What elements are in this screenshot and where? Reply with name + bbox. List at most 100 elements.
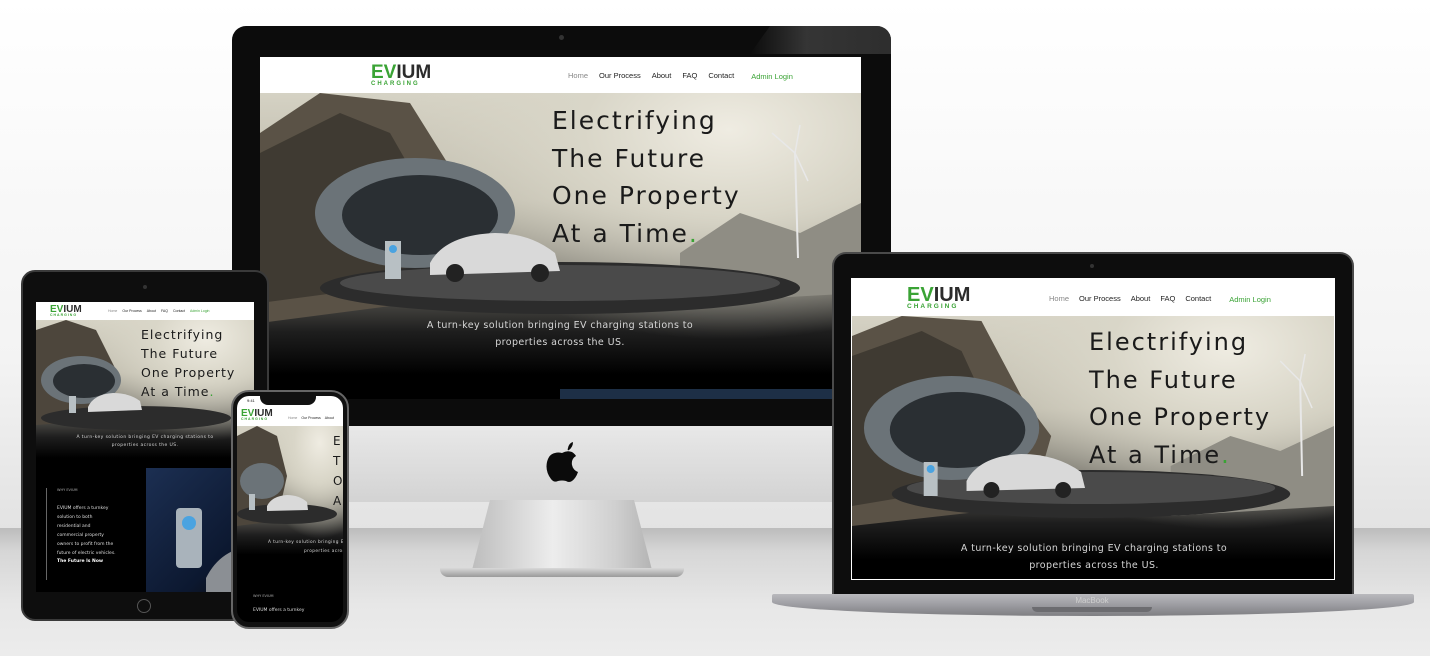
ipad-headline: Electrifying The Future One Property At …: [141, 325, 235, 401]
tagline-line-1: A turn-key solution bringing EV charging…: [268, 540, 343, 545]
headline-line-1: Electrifying: [333, 434, 343, 448]
iphone-notch: [260, 396, 316, 405]
logo-sub: CHARGING: [50, 313, 78, 317]
headline-line-1: Electrifying: [141, 327, 224, 342]
nav-admin-login[interactable]: Admin Login: [751, 72, 793, 81]
ipad-logo[interactable]: EVIUM CHARGING: [50, 305, 82, 317]
why-cta-link[interactable]: The Future Is Now: [57, 559, 144, 564]
tagline-line-2: properties across the US.: [304, 549, 343, 554]
nav-home[interactable]: Home: [288, 416, 297, 420]
headline-dot: .: [209, 384, 215, 399]
imac-stand-base: [440, 568, 684, 577]
ipad-hero: Electrifying The Future One Property At …: [36, 320, 254, 470]
headline-line-4: At a Time: [141, 384, 210, 399]
why-text-line: solution to both: [57, 515, 93, 520]
nav-contact[interactable]: Contact: [1185, 294, 1211, 303]
why-text-line: commercial property: [57, 533, 104, 538]
why-text-line: EVIUM offers a turnkey: [57, 506, 109, 511]
iphone-hero: Electrifying The Future One Property At …: [237, 426, 343, 566]
ipad-screen: EVIUM CHARGING Home Our Process About FA…: [36, 302, 254, 592]
why-text: EVIUM offers a turnkey: [253, 608, 305, 613]
why-label: WHY EVIUM: [57, 488, 78, 492]
imac-stand: [472, 500, 652, 570]
why-text: EVIUM offers a turnkey solution to both …: [57, 504, 144, 558]
macbook-camera: [1090, 264, 1094, 268]
tagline-line-2: properties across the US.: [495, 337, 625, 348]
phone-time: 9:41: [247, 398, 255, 403]
ipad-home-button[interactable]: [137, 599, 151, 613]
macbook-hero: Electrifying The Future One Property At …: [852, 316, 1334, 579]
nav-about[interactable]: About: [1131, 294, 1151, 303]
headline-line-3: One Property: [333, 474, 343, 488]
headline-line-2: The Future: [333, 454, 343, 468]
headline-line-3: One Property: [552, 181, 741, 210]
imac-logo[interactable]: EVIUM CHARGING: [371, 62, 431, 87]
iphone-menu: Home Our Process About: [288, 416, 334, 420]
apple-logo-icon: [546, 442, 578, 482]
headline-line-2: The Future: [141, 346, 219, 361]
tagline-line-2: properties across the US.: [111, 443, 179, 448]
imac-screen: EVIUM CHARGING Home Our Process About FA…: [260, 57, 861, 399]
logo-sub: CHARGING: [241, 417, 269, 421]
why-text-line: residential and: [57, 524, 91, 529]
macbook-headline: Electrifying The Future One Property At …: [1089, 324, 1271, 474]
iphone-headline: Electrifying The Future One Property At …: [333, 431, 343, 511]
nav-home[interactable]: Home: [108, 309, 117, 313]
iphone-why-panel: WHY EVIUM EVIUM offers a turnkey: [253, 594, 343, 613]
headline-line-2: The Future: [552, 143, 707, 173]
logo-sub: CHARGING: [371, 81, 420, 87]
headline-dot: .: [1221, 440, 1231, 469]
nav-faq[interactable]: FAQ: [1160, 294, 1175, 303]
imac-tagline: A turn-key solution bringing EV charging…: [410, 317, 710, 351]
imac-glare: [750, 26, 891, 54]
tagline-line-1: A turn-key solution bringing EV charging…: [76, 435, 214, 440]
headline-dot: .: [688, 218, 699, 248]
nav-our-process[interactable]: Our Process: [301, 416, 320, 420]
imac-camera: [559, 35, 564, 40]
headline-line-4: At a Time: [1089, 440, 1222, 469]
nav-home[interactable]: Home: [1049, 294, 1069, 303]
macbook-screen: EVIUM CHARGING Home Our Process About FA…: [851, 278, 1335, 580]
nav-admin-login[interactable]: Admin Login: [190, 309, 209, 313]
logo-ev: EV: [371, 62, 397, 83]
ipad-nav: EVIUM CHARGING Home Our Process About FA…: [36, 302, 254, 320]
nav-our-process[interactable]: Our Process: [1079, 294, 1121, 303]
headline-line-1: Electrifying: [1089, 328, 1249, 356]
headline-line-4: At a Time: [333, 494, 343, 508]
nav-admin-login[interactable]: Admin Login: [1229, 295, 1271, 304]
tagline-line-2: properties across the US.: [1029, 560, 1159, 571]
why-text-line: future of electric vehicles.: [57, 551, 116, 556]
ipad-why-panel: WHY EVIUM EVIUM offers a turnkey solutio…: [46, 488, 144, 580]
macbook-tagline: A turn-key solution bringing EV charging…: [944, 540, 1244, 574]
headline-line-4: At a Time: [552, 218, 689, 248]
imac-section-strip: [560, 389, 861, 399]
ipad-tagline: A turn-key solution bringing EV charging…: [60, 434, 230, 450]
nav-our-process[interactable]: Our Process: [122, 309, 141, 313]
nav-about[interactable]: About: [652, 71, 672, 80]
tagline-line-1: A turn-key solution bringing EV charging…: [426, 320, 694, 331]
iphone-logo[interactable]: EVIUM CHARGING: [241, 409, 273, 421]
imac-nav: EVIUM CHARGING Home Our Process About FA…: [260, 57, 861, 93]
ipad-menu: Home Our Process About FAQ Contact Admin…: [108, 309, 210, 313]
headline-line-3: One Property: [1089, 403, 1272, 431]
tagline-line-1: A turn-key solution bringing EV charging…: [960, 543, 1228, 554]
why-text-line: owners to profit from the: [57, 542, 114, 547]
nav-home[interactable]: Home: [568, 71, 588, 80]
nav-contact[interactable]: Contact: [173, 309, 185, 313]
macbook-logo[interactable]: EVIUM CHARGING: [907, 285, 970, 310]
macbook-label: MacBook: [1075, 596, 1109, 605]
imac-headline: Electrifying The Future One Property At …: [552, 102, 741, 252]
iphone-screen: 9:41 EVIUM CHARGING Home Our Process Abo…: [237, 396, 343, 622]
nav-about[interactable]: About: [325, 416, 334, 420]
nav-contact[interactable]: Contact: [708, 71, 734, 80]
nav-our-process[interactable]: Our Process: [599, 71, 641, 80]
headline-line-1: Electrifying: [552, 106, 717, 135]
nav-about[interactable]: About: [147, 309, 156, 313]
nav-faq[interactable]: FAQ: [161, 309, 168, 313]
headline-line-3: One Property: [141, 365, 236, 380]
iphone-tagline: A turn-key solution bringing EV charging…: [268, 538, 343, 556]
nav-faq[interactable]: FAQ: [682, 71, 697, 80]
logo-sub: CHARGING: [907, 303, 959, 310]
imac-menu: Home Our Process About FAQ Contact Admin…: [568, 70, 793, 81]
macbook-notch: [1032, 607, 1152, 612]
